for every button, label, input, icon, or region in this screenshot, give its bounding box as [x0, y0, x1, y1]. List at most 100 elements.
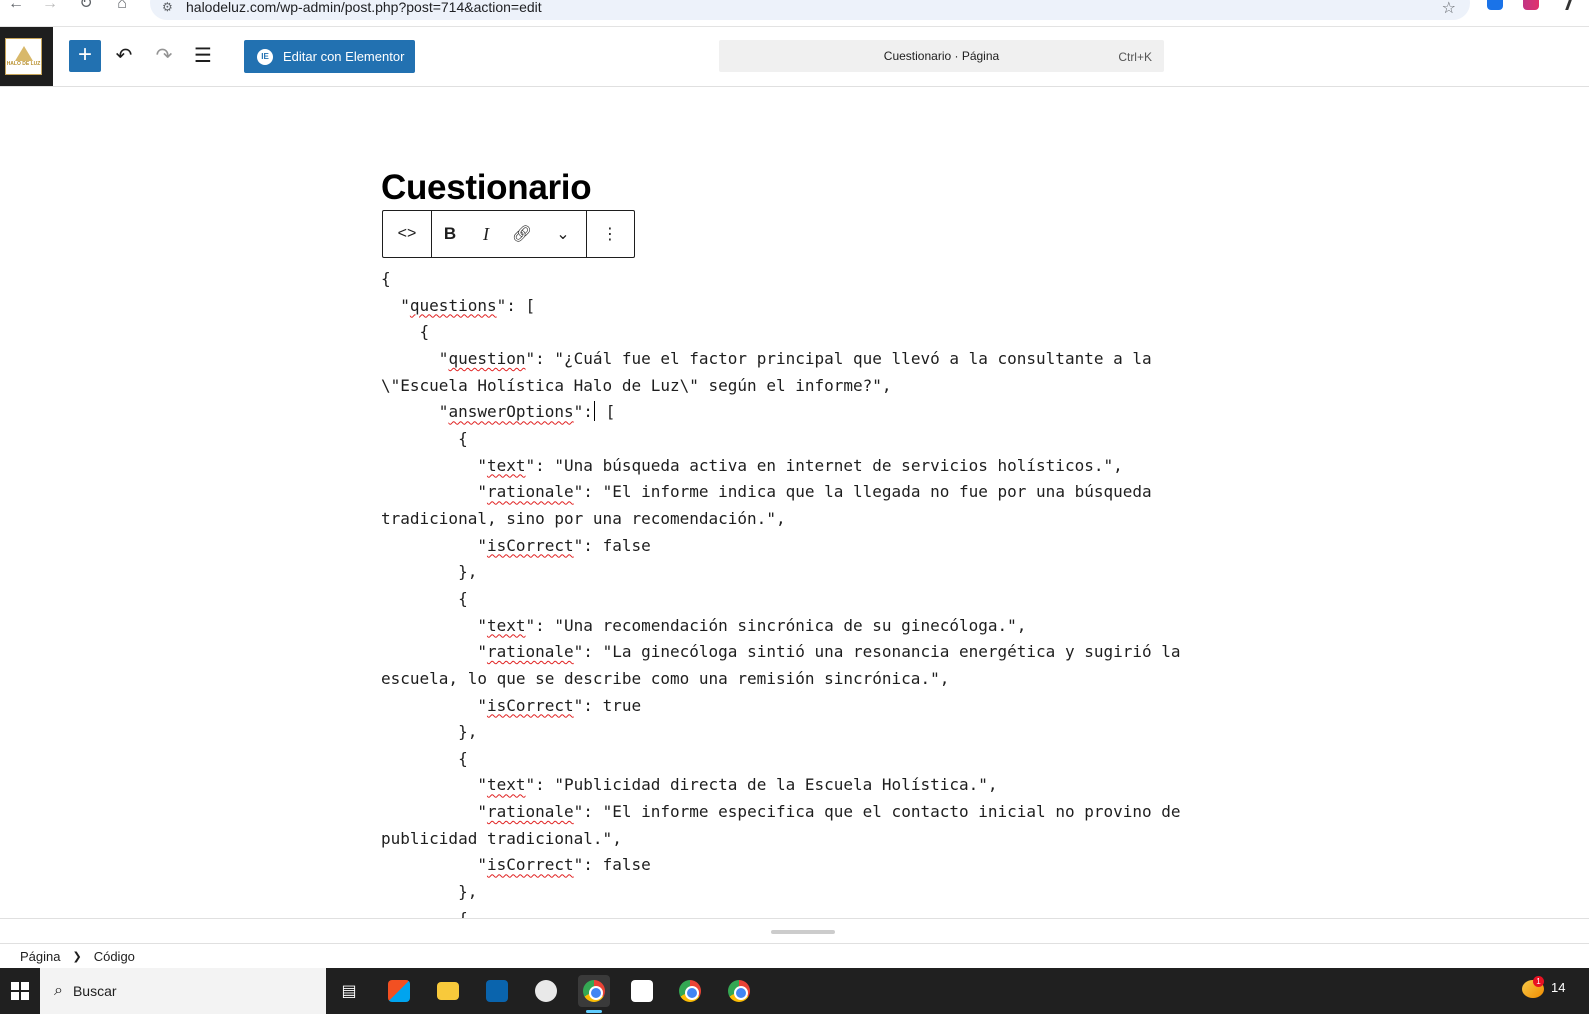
reload-icon[interactable]: ↻	[74, 0, 98, 16]
chrome-profile-button[interactable]	[674, 975, 706, 1007]
breadcrumb: Página ❯ Código	[0, 943, 1589, 968]
microsoft-store-button[interactable]	[383, 975, 415, 1007]
outlook-icon	[486, 980, 508, 1002]
redo-icon: ↷	[155, 45, 173, 67]
capcut-button[interactable]	[626, 975, 658, 1007]
folder-icon	[437, 982, 459, 1000]
options-group: ⋮	[587, 211, 633, 257]
taskbar-search[interactable]: ⌕ Buscar	[40, 968, 326, 1014]
chrome-icon	[728, 980, 750, 1002]
italic-button[interactable]: I	[468, 211, 504, 257]
code-line[interactable]: },	[381, 719, 1196, 746]
code-line[interactable]: "answerOptions": [	[381, 399, 1196, 426]
code-block-editor[interactable]: { "questions": [ { "question": "¿Cuál fu…	[381, 266, 1196, 918]
breadcrumb-item-code[interactable]: Código	[94, 949, 135, 964]
editor-header: HALO DE LUZ + ↶ ↷ ☰ IE Editar con Elemen…	[0, 27, 1589, 87]
breadcrumb-item-page[interactable]: Página	[20, 949, 60, 964]
site-info-icon[interactable]: ⚙	[162, 0, 173, 14]
code-line[interactable]: "isCorrect": true	[381, 693, 1196, 720]
extension-icon[interactable]	[1487, 0, 1503, 10]
code-line[interactable]: "rationale": "El informe indica que la l…	[381, 479, 1196, 532]
elementor-icon: IE	[257, 48, 273, 65]
document-overview-button[interactable]: ☰	[187, 40, 219, 72]
post-title[interactable]: Cuestionario	[381, 168, 592, 208]
code-line[interactable]: "rationale": "El informe especifica que …	[381, 799, 1196, 852]
extension-icon[interactable]	[1523, 0, 1539, 10]
code-line[interactable]: {	[381, 746, 1196, 773]
redo-button[interactable]: ↷	[148, 40, 180, 72]
undo-icon: ↶	[115, 45, 133, 67]
command-palette-button[interactable]: Cuestionario · Página Ctrl+K	[719, 40, 1164, 72]
block-toolbar: <> B I 🔗︎ ⌄ ⋮	[382, 210, 635, 258]
code-line[interactable]: },	[381, 879, 1196, 906]
file-explorer-button[interactable]	[432, 975, 464, 1007]
edit-with-elementor-button[interactable]: IE Editar con Elementor	[244, 40, 415, 73]
chrome-icon	[679, 980, 701, 1002]
paint-button[interactable]	[530, 975, 562, 1007]
paint-icon	[535, 980, 557, 1002]
outlook-button[interactable]	[481, 975, 513, 1007]
home-icon[interactable]: ⌂	[110, 0, 134, 16]
code-line[interactable]: "text": "Una recomendación sincrónica de…	[381, 613, 1196, 640]
more-vertical-icon: ⋮	[602, 226, 618, 243]
code-block-switcher[interactable]: <>	[383, 211, 431, 257]
windows-logo-icon	[11, 982, 29, 1000]
list-view-icon: ☰	[194, 45, 212, 67]
code-line[interactable]: "rationale": "La ginecóloga sintió una r…	[381, 639, 1196, 692]
block-switcher-group: <>	[383, 211, 432, 257]
code-line[interactable]: "isCorrect": false	[381, 533, 1196, 560]
task-view-icon: ▤	[341, 983, 357, 1000]
link-icon: 🔗︎	[511, 226, 533, 243]
code-line[interactable]: },	[381, 559, 1196, 586]
add-block-button[interactable]: +	[69, 40, 101, 72]
code-icon: <>	[397, 225, 417, 242]
more-formats-button[interactable]: ⌄	[540, 211, 586, 257]
windows-taskbar: ⌕ Buscar ▤ 1 14	[0, 968, 1589, 1014]
logo-triangle-icon	[14, 46, 33, 61]
text-caret	[593, 401, 595, 422]
chrome-button-active[interactable]	[578, 975, 610, 1013]
code-line[interactable]: {	[381, 319, 1196, 346]
block-options-button[interactable]: ⋮	[587, 211, 633, 257]
editor-canvas: Cuestionario <> B I 🔗︎ ⌄ ⋮ { "questions"…	[0, 88, 1589, 918]
resize-handle[interactable]	[771, 930, 835, 934]
resize-area	[0, 918, 1589, 943]
italic-icon: I	[483, 223, 489, 244]
code-line[interactable]: "text": "Publicidad directa de la Escuel…	[381, 772, 1196, 799]
code-line[interactable]: {	[381, 906, 1196, 918]
forward-arrow-icon[interactable]: →	[38, 0, 62, 16]
clock[interactable]: 14	[1551, 980, 1565, 995]
start-button[interactable]	[0, 968, 40, 1014]
url-text[interactable]: halodeluz.com/wp-admin/post.php?post=714…	[186, 0, 542, 15]
notification-badge: 1	[1533, 976, 1544, 987]
capcut-icon	[631, 980, 653, 1002]
search-icon: ⌕	[54, 982, 63, 999]
link-button[interactable]: 🔗︎	[504, 211, 540, 257]
bold-button[interactable]: B	[432, 211, 468, 257]
chrome-profile-button[interactable]	[723, 975, 755, 1007]
code-line[interactable]: "text": "Una búsqueda activa en internet…	[381, 453, 1196, 480]
code-line[interactable]: "questions": [	[381, 293, 1196, 320]
bookmark-star-icon[interactable]: ☆	[1442, 0, 1456, 18]
chevron-down-icon: ⌄	[556, 226, 570, 243]
code-line[interactable]: "question": "¿Cuál fue el factor princip…	[381, 346, 1196, 399]
task-view-button[interactable]: ▤	[333, 975, 365, 1007]
extension-icon[interactable]	[1556, 0, 1572, 10]
back-arrow-icon[interactable]: ←	[4, 0, 28, 16]
code-line[interactable]: "isCorrect": false	[381, 852, 1196, 879]
site-logo: HALO DE LUZ	[5, 38, 42, 75]
site-logo-button[interactable]: HALO DE LUZ	[0, 27, 53, 86]
plus-icon: +	[77, 41, 92, 68]
code-line[interactable]: {	[381, 426, 1196, 453]
chevron-right-icon: ❯	[72, 950, 82, 963]
bold-icon: B	[443, 224, 457, 243]
undo-button[interactable]: ↶	[108, 40, 140, 72]
command-bar-title: Cuestionario · Página	[883, 49, 1000, 63]
logo-text: HALO DE LUZ	[6, 61, 41, 67]
command-bar-shortcut: Ctrl+K	[1118, 50, 1152, 64]
taskbar-search-label: Buscar	[72, 983, 117, 999]
address-bar[interactable]: ⚙ halodeluz.com/wp-admin/post.php?post=7…	[150, 0, 1470, 20]
code-line[interactable]: {	[381, 266, 1196, 293]
browser-toolbar: ← → ↻ ⌂ ⚙ halodeluz.com/wp-admin/post.ph…	[0, 0, 1589, 27]
code-line[interactable]: {	[381, 586, 1196, 613]
